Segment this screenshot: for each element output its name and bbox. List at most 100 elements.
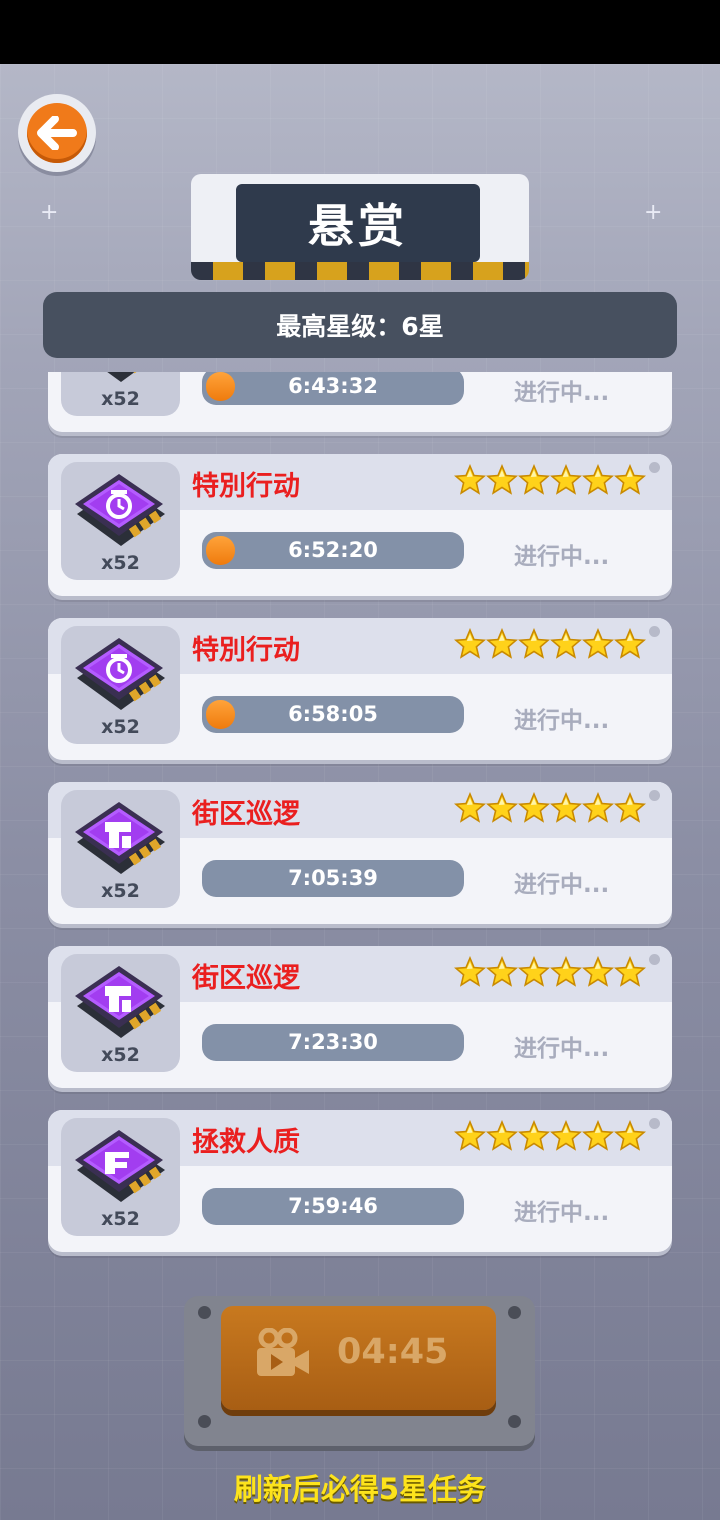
grid-plus-icon: + xyxy=(644,200,663,225)
refresh-timer: 04:45 xyxy=(337,1332,449,1372)
star-icon xyxy=(614,627,646,660)
corner-dot xyxy=(649,626,660,637)
star-icon xyxy=(518,627,550,660)
task-status: 进行中... xyxy=(514,1200,610,1226)
corner-dot xyxy=(649,462,660,473)
max-star-text: 最高星级：6星 xyxy=(276,312,444,341)
star-icon xyxy=(518,791,550,824)
refresh-hint: 刷新后必得5星任务 xyxy=(233,1472,487,1506)
task-timer: 6:58:05 xyxy=(288,702,378,726)
star-icon xyxy=(486,627,518,660)
task-card[interactable]: x52 街区巡逻 7:05:39 进行中... xyxy=(48,782,672,924)
reward-box: x52 xyxy=(61,954,180,1072)
star-icon xyxy=(550,1119,582,1152)
reward-quantity: x52 xyxy=(101,880,140,902)
back-arrow-icon xyxy=(27,103,87,163)
star-icon xyxy=(582,791,614,824)
star-icon xyxy=(454,463,486,496)
star-icon xyxy=(454,955,486,988)
task-list[interactable]: x52 6:43:32 进行中... x52 特別行动 6:52:20 进行中... x52 特… xyxy=(0,372,720,1272)
task-card[interactable]: x52 拯救人质 7:59:46 进行中... xyxy=(48,1110,672,1252)
star-icon xyxy=(582,1119,614,1152)
star-icon xyxy=(582,955,614,988)
star-icon xyxy=(614,463,646,496)
task-card[interactable]: x52 6:43:32 进行中... xyxy=(48,372,672,432)
star-icon xyxy=(518,463,550,496)
star-icon xyxy=(486,1119,518,1152)
title-hazard-stripe xyxy=(191,262,529,280)
star-icon xyxy=(614,791,646,824)
star-icon xyxy=(582,627,614,660)
star-icon xyxy=(550,627,582,660)
task-status: 进行中... xyxy=(514,380,610,406)
star-icon xyxy=(454,791,486,824)
task-progress-bar: 6:43:32 xyxy=(202,372,464,405)
reward-quantity: x52 xyxy=(101,552,140,574)
reward-quantity: x52 xyxy=(101,716,140,738)
star-icon xyxy=(486,955,518,988)
star-icon xyxy=(518,1119,550,1152)
video-camera-icon xyxy=(255,1327,311,1384)
task-progress-bar: 6:58:05 xyxy=(202,696,464,733)
max-star-banner: 最高星级：6星 xyxy=(43,292,677,358)
task-name: 街区巡逻 xyxy=(192,963,300,994)
task-timer: 6:43:32 xyxy=(288,374,378,398)
task-name: 特別行动 xyxy=(192,635,300,666)
refresh-button[interactable]: 04:45 xyxy=(221,1306,496,1410)
star-icon xyxy=(454,627,486,660)
task-progress-bar: 7:23:30 xyxy=(202,1024,464,1061)
task-status: 进行中... xyxy=(514,872,610,898)
task-card[interactable]: x52 特別行动 6:58:05 进行中... xyxy=(48,618,672,760)
star-icon xyxy=(486,791,518,824)
reward-box: x52 xyxy=(61,372,180,416)
star-icon xyxy=(550,955,582,988)
star-icon xyxy=(614,955,646,988)
task-progress-bar: 7:59:46 xyxy=(202,1188,464,1225)
screw-icon xyxy=(508,1306,521,1319)
star-icon xyxy=(518,955,550,988)
task-name: 拯救人质 xyxy=(192,1127,300,1158)
page-title: 悬赏 xyxy=(236,184,480,262)
chip-icon xyxy=(69,1122,173,1218)
reward-box: x52 xyxy=(61,462,180,580)
reward-box: x52 xyxy=(61,790,180,908)
chip-icon xyxy=(69,466,173,562)
task-timer: 7:23:30 xyxy=(288,1030,378,1054)
corner-dot xyxy=(649,1118,660,1129)
task-timer: 6:52:20 xyxy=(288,538,378,562)
task-timer: 7:05:39 xyxy=(288,866,378,890)
star-rating xyxy=(454,627,646,660)
grid-plus-icon: + xyxy=(40,200,59,225)
star-icon xyxy=(486,463,518,496)
corner-dot xyxy=(649,954,660,965)
chip-icon xyxy=(69,630,173,726)
task-card[interactable]: x52 街区巡逻 7:23:30 进行中... xyxy=(48,946,672,1088)
star-icon xyxy=(582,463,614,496)
chip-icon xyxy=(69,958,173,1054)
screw-icon xyxy=(198,1306,211,1319)
task-status: 进行中... xyxy=(514,708,610,734)
star-rating xyxy=(454,791,646,824)
chip-icon xyxy=(69,794,173,890)
task-status: 进行中... xyxy=(514,544,610,570)
reward-quantity: x52 xyxy=(101,1044,140,1066)
screw-icon xyxy=(198,1415,211,1428)
task-name: 特別行动 xyxy=(192,471,300,502)
task-timer: 7:59:46 xyxy=(288,1194,378,1218)
task-card[interactable]: x52 特別行动 6:52:20 进行中... xyxy=(48,454,672,596)
reward-quantity: x52 xyxy=(101,1208,140,1230)
star-icon xyxy=(550,791,582,824)
reward-box: x52 xyxy=(61,1118,180,1236)
back-button[interactable] xyxy=(18,94,96,172)
task-status: 进行中... xyxy=(514,1036,610,1062)
star-icon xyxy=(614,1119,646,1152)
star-rating xyxy=(454,463,646,496)
star-rating xyxy=(454,955,646,988)
star-rating xyxy=(454,1119,646,1152)
status-bar xyxy=(0,0,720,64)
task-progress-bar: 6:52:20 xyxy=(202,532,464,569)
screw-icon xyxy=(508,1415,521,1428)
reward-box: x52 xyxy=(61,626,180,744)
star-icon xyxy=(550,463,582,496)
star-icon xyxy=(454,1119,486,1152)
